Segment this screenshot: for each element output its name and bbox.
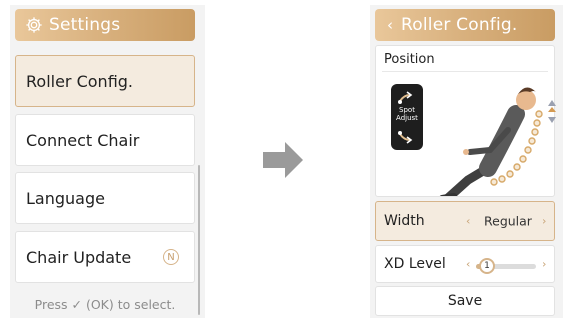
spot-adjust-label-line1: Spot [399,106,415,114]
xd-level-value: 1 [484,261,490,271]
chair-illustration [439,87,556,196]
spot-adjust-label-line2: Adjust [396,114,418,122]
xd-level-row[interactable]: XD Level ‹ 1 › [375,245,555,283]
settings-title: Settings [49,15,121,35]
xd-level-slider-thumb[interactable]: 1 [479,258,495,274]
spot-adjust-button[interactable]: Spot Adjust [391,84,423,150]
settings-screen: Settings Roller Config. Connect Chair La… [10,5,205,318]
roller-config-screen: ‹ Roller Config. Position Spot Adjust Wi… [370,5,563,318]
xd-level-label: XD Level [384,256,446,272]
menu-item-language[interactable]: Language [15,172,195,224]
settings-header: Settings [15,9,195,41]
width-value: Regular [484,213,532,229]
save-label: Save [447,293,483,309]
menu-item-label: Roller Config. [26,71,134,91]
menu-item-label: Chair Update [26,247,132,267]
new-badge: N [163,249,179,265]
gear-icon [26,17,42,33]
chevron-left-icon[interactable]: ‹ [387,16,393,34]
roller-config-header: ‹ Roller Config. [375,9,555,41]
chevron-left-icon[interactable]: ‹ [466,258,470,271]
arrow-right-icon [263,142,303,178]
roller-up-icon [398,91,413,104]
menu-item-roller-config[interactable]: Roller Config. [15,55,195,107]
menu-item-label: Language [26,188,105,208]
chevron-right-icon[interactable]: › [542,258,546,271]
xd-level-slider-track[interactable]: 1 [476,258,536,274]
divider [382,71,548,72]
select-hint: Press ✓ (OK) to select. [34,297,176,312]
menu-item-connect-chair[interactable]: Connect Chair [15,114,195,166]
width-row[interactable]: Width ‹ Regular › [375,201,555,241]
position-label: Position [384,52,435,67]
chevron-left-icon[interactable]: ‹ [466,215,470,228]
menu-item-label: Connect Chair [26,130,140,150]
scrollbar[interactable] [198,165,200,315]
menu-item-chair-update[interactable]: Chair Update N [15,231,195,283]
roller-down-icon [398,131,413,144]
chevron-right-icon[interactable]: › [542,215,546,228]
save-button[interactable]: Save [375,286,555,316]
width-label: Width [384,213,425,229]
roller-config-title: Roller Config. [401,15,518,35]
position-card: Position Spot Adjust [375,45,556,197]
